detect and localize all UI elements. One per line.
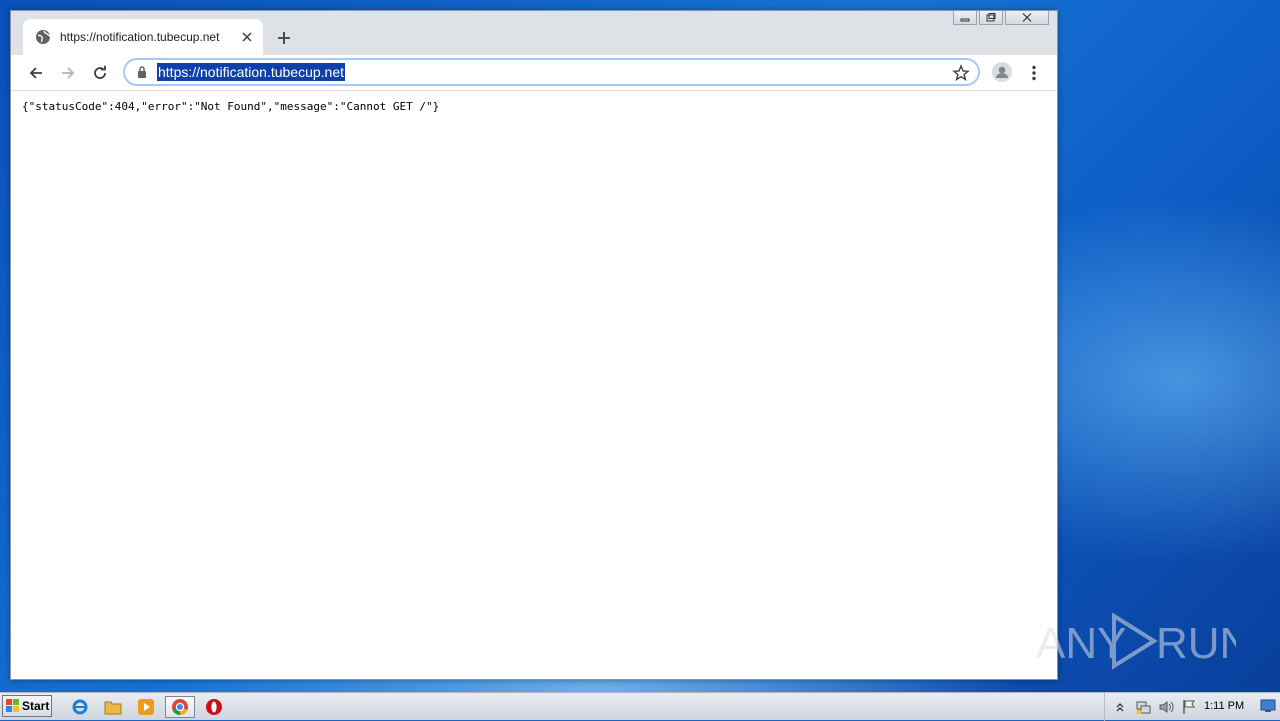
lock-icon[interactable] <box>135 65 149 79</box>
action-center-flag-icon[interactable] <box>1180 698 1198 716</box>
arrow-right-icon <box>62 67 75 79</box>
tab-title: https://notification.tubecup.net <box>60 30 220 44</box>
restore-button[interactable] <box>979 11 1003 25</box>
new-tab-button[interactable] <box>273 27 295 49</box>
json-response-text: {"statusCode":404,"error":"Not Found","m… <box>22 100 440 113</box>
browser-toolbar: https://notification.tubecup.net <box>11 55 1057 91</box>
profile-avatar-icon[interactable] <box>992 62 1012 82</box>
globe-icon <box>35 29 51 45</box>
start-label: Start <box>22 699 50 713</box>
reload-icon <box>94 65 106 79</box>
show-desktop-icon[interactable] <box>1260 699 1276 713</box>
minimize-button[interactable] <box>953 11 977 25</box>
watermark-logo: ANY RUN <box>1036 608 1236 674</box>
volume-icon[interactable] <box>1157 698 1175 716</box>
url-text[interactable]: https://notification.tubecup.net <box>157 63 346 81</box>
bookmark-star-icon[interactable] <box>952 64 970 82</box>
taskbar: Start 1:11 PM <box>0 692 1280 721</box>
address-bar[interactable]: https://notification.tubecup.net <box>123 58 980 86</box>
chrome-icon[interactable] <box>165 696 195 718</box>
back-button[interactable] <box>24 61 48 85</box>
windows-logo-icon <box>6 699 19 712</box>
opera-icon[interactable] <box>203 696 225 718</box>
browser-window: https://notification.tubecup.net https:/… <box>10 10 1058 680</box>
forward-button[interactable] <box>56 61 80 85</box>
page-content: {"statusCode":404,"error":"Not Found","m… <box>11 91 1057 679</box>
window-controls <box>951 11 1049 25</box>
media-player-icon[interactable] <box>135 696 157 718</box>
tab-strip: https://notification.tubecup.net <box>11 11 1057 55</box>
kebab-menu-icon[interactable] <box>1027 62 1041 84</box>
reload-button[interactable] <box>88 61 112 85</box>
arrow-left-icon <box>29 67 42 79</box>
watermark-run-text: RUN <box>1156 619 1236 668</box>
tray-expand-icon[interactable] <box>1111 698 1129 716</box>
clock[interactable]: 1:11 PM <box>1204 700 1244 712</box>
system-tray <box>1104 693 1203 721</box>
start-button[interactable]: Start <box>2 695 52 717</box>
browser-tab[interactable]: https://notification.tubecup.net <box>23 19 263 55</box>
internet-explorer-icon[interactable] <box>69 696 91 718</box>
file-explorer-icon[interactable] <box>102 696 124 718</box>
close-tab-icon[interactable] <box>237 27 257 47</box>
close-window-button[interactable] <box>1005 11 1049 25</box>
network-icon[interactable] <box>1134 698 1152 716</box>
